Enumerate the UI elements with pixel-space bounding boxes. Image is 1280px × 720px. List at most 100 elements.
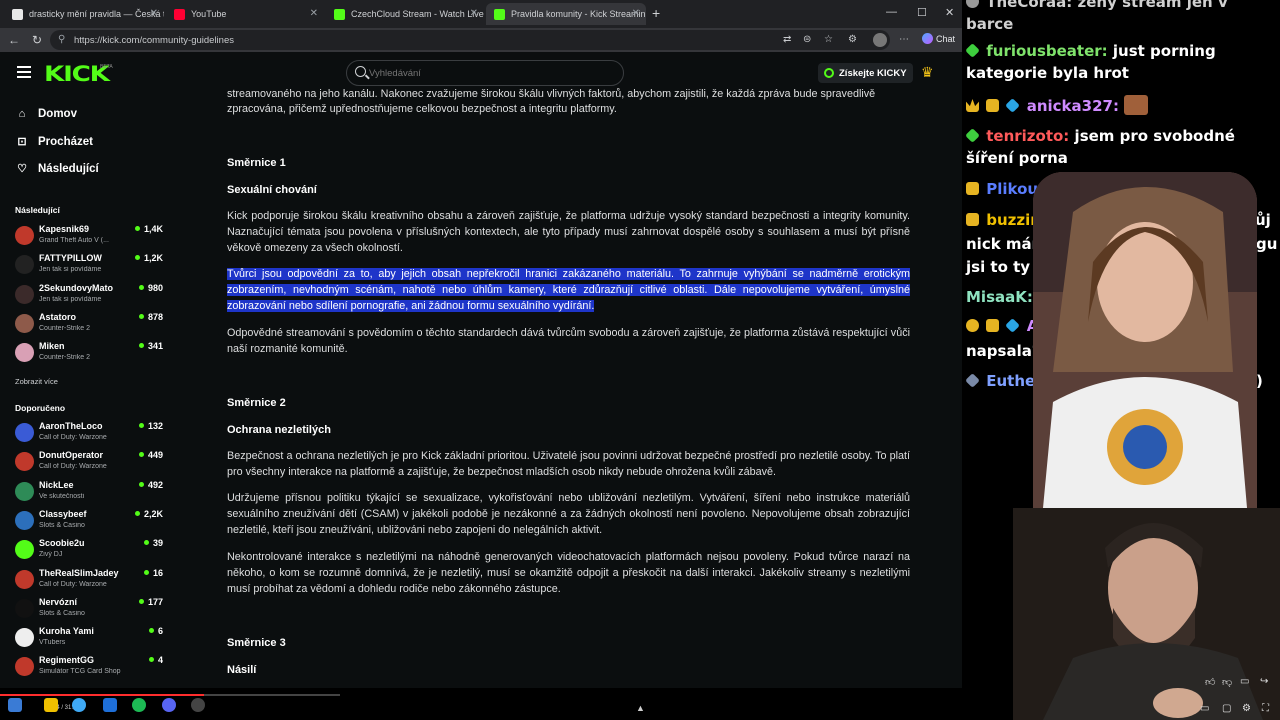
gift-badge-icon xyxy=(966,213,979,226)
extensions-icon[interactable]: ⚙ xyxy=(848,34,857,45)
close-tab-icon[interactable]: ✕ xyxy=(150,8,158,19)
diamond-badge-icon xyxy=(1005,318,1021,333)
comment-icon[interactable]: ▭ xyxy=(1240,676,1249,687)
viewer-count: 492 xyxy=(139,480,163,490)
reader-icon[interactable]: ⊜ xyxy=(803,34,811,45)
reload-icon[interactable]: ↻ xyxy=(32,33,42,47)
channel-category: Slots & Casino xyxy=(39,521,85,529)
channel-avatar xyxy=(15,510,34,530)
chevron-up-icon[interactable]: ▲ xyxy=(636,703,645,713)
viewer-count: 449 xyxy=(139,450,163,460)
section-1-subtitle: Sexuální chování xyxy=(227,184,317,196)
heart-icon: ♡ xyxy=(17,163,27,175)
share-icon[interactable]: ↪ xyxy=(1260,676,1268,687)
section-2-paragraph-3: Nekontrolované interakce s nezletilými n… xyxy=(227,551,910,596)
channel-name: Nervózní xyxy=(39,596,78,607)
maximize-icon[interactable]: ☐ xyxy=(917,6,927,19)
spotify-icon[interactable] xyxy=(132,698,146,712)
tab-kick-guidelines[interactable]: Pravidla komunity - Kick Streamin ✕ xyxy=(486,3,646,25)
close-tab-icon[interactable]: ✕ xyxy=(632,8,640,19)
section-2-subtitle: Ochrana nezletilých xyxy=(227,424,331,436)
video-progress-bar[interactable] xyxy=(0,694,340,696)
tab-news[interactable]: drasticky mění pravidla — Česká t ✕ xyxy=(4,3,164,25)
chat-message: TheCoraa: ženy stream jen v barce xyxy=(966,0,1266,35)
copilot-icon xyxy=(922,33,933,44)
channel-avatar xyxy=(15,284,34,304)
emote-icon xyxy=(1124,95,1149,115)
search-box[interactable] xyxy=(346,60,624,86)
site-info-icon[interactable]: ⚲ xyxy=(58,34,65,45)
sidebar-channel-item[interactable]: Astatoro Counter-Strike 2 878 xyxy=(15,311,165,339)
sidebar-channel-item[interactable]: Kuroha Yami VTubers 6 xyxy=(15,625,165,653)
sidebar-channel-item[interactable]: NickLee Ve skutečnosti 492 xyxy=(15,479,165,507)
viewer-count: 39 xyxy=(144,538,163,548)
back-icon[interactable]: ← xyxy=(8,33,20,47)
fullscreen-icon[interactable]: ⛶ xyxy=(1262,703,1269,714)
sidebar-channel-item[interactable]: DonutOperator Call of Duty: Warzone 449 xyxy=(15,449,165,477)
tab-youtube[interactable]: YouTube ✕ xyxy=(166,3,324,25)
sidebar-channel-item[interactable]: 2SekundovyMato Jen tak si povídáme 980 xyxy=(15,282,165,310)
channel-category: VTubers xyxy=(39,639,66,647)
profile-avatar-icon[interactable] xyxy=(873,33,887,47)
url-field[interactable]: ⚲ https://kick.com/community-guidelines … xyxy=(50,30,890,50)
favorite-star-icon[interactable]: ☆ xyxy=(824,34,833,45)
show-more-link[interactable]: Zobrazit více xyxy=(15,377,58,386)
more-menu-icon[interactable]: ⋯ xyxy=(899,34,909,45)
viewer-count: 2,2K xyxy=(135,509,163,519)
settings-icon[interactable]: ⚙ xyxy=(1242,703,1251,714)
close-tab-icon[interactable]: ✕ xyxy=(310,8,318,19)
channel-name: Classybeef xyxy=(39,508,87,519)
search-input[interactable] xyxy=(369,65,609,81)
nav-home[interactable]: ⌂ Domov xyxy=(16,108,77,120)
channel-avatar xyxy=(15,598,34,618)
channel-category: Call of Duty: Warzone xyxy=(39,580,107,588)
settings-icon[interactable] xyxy=(191,698,205,712)
sidebar-channel-item[interactable]: Kapesnik69 Grand Theft Auto V (... 1,4K xyxy=(15,223,165,251)
dislike-icon[interactable]: 👎︎ xyxy=(1222,676,1232,688)
copilot-chat-button[interactable]: Chat xyxy=(922,33,955,44)
channel-name: FATTYPILLOW xyxy=(39,253,102,264)
tab-czechcloud[interactable]: CzechCloud Stream - Watch Live o ✕ xyxy=(326,3,484,25)
nav-browse[interactable]: ⊡ Procházet xyxy=(16,135,93,149)
gift-badge-icon xyxy=(986,99,1000,112)
chat-message: furiousbeater: just porning kategorie by… xyxy=(965,40,1266,84)
viewer-count: 341 xyxy=(139,341,163,351)
get-kicky-button[interactable]: Získejte KICKY xyxy=(818,63,913,83)
windows-start-icon[interactable] xyxy=(8,698,22,712)
app-icon[interactable] xyxy=(103,698,117,712)
chat-username: Euthe xyxy=(986,372,1036,390)
channel-name: AaronTheLoco xyxy=(39,421,103,431)
nav-following[interactable]: ♡ Následující xyxy=(16,162,99,176)
discord-icon[interactable] xyxy=(162,698,176,712)
miniplayer-icon[interactable]: ▢ xyxy=(1222,703,1231,714)
sidebar-channel-item[interactable]: AaronTheLoco Call of Duty: Warzone 132 xyxy=(15,420,165,448)
viewer-count: 1,4K xyxy=(135,224,163,234)
kick-favicon-icon xyxy=(494,8,505,20)
badge-1-icon xyxy=(966,319,979,332)
sidebar-channel-item[interactable]: Nervózní Slots & Casino 177 xyxy=(15,596,165,624)
file-explorer-icon[interactable] xyxy=(44,698,58,712)
menu-icon[interactable] xyxy=(17,66,31,78)
sidebar-channel-item[interactable]: Classybeef Slots & Casino 2,2K xyxy=(15,508,165,536)
address-bar: ← ↻ ⚲ https://kick.com/community-guideli… xyxy=(0,28,962,52)
kicky-label: Získejte KICKY xyxy=(839,67,907,79)
close-tab-icon[interactable]: ✕ xyxy=(470,8,478,19)
minimize-icon[interactable]: — xyxy=(886,6,897,18)
channel-name: NickLee xyxy=(39,479,74,490)
edge-icon[interactable] xyxy=(72,698,86,712)
new-tab-button[interactable]: + xyxy=(652,5,660,21)
reward-icon[interactable]: ♛ xyxy=(921,64,934,81)
player-toolbar-icon[interactable]: ▭ xyxy=(1200,703,1209,714)
channel-avatar xyxy=(15,423,34,442)
translate-icon[interactable]: ⇄ xyxy=(783,34,791,45)
sidebar-channel-item[interactable]: Scoobie2u Živý DJ 39 xyxy=(15,537,165,565)
sidebar-channel-item[interactable]: Miken Counter-Strike 2 341 xyxy=(15,340,165,368)
sidebar-channel-item[interactable]: TheRealSlimJadey Call of Duty: Warzone 16 xyxy=(15,567,165,595)
sidebar-channel-item[interactable]: RegimentGG Simulátor TCG Card Shop 4 xyxy=(15,654,165,682)
close-window-icon[interactable]: ✕ xyxy=(945,6,954,19)
channel-category: Slots & Casino xyxy=(39,609,85,617)
tab-label: CzechCloud Stream - Watch Live o xyxy=(351,9,484,19)
like-icon[interactable]: 👍︎ xyxy=(1205,676,1215,688)
sidebar-channel-item[interactable]: FATTYPILLOW Jen tak si povídáme 1,2K xyxy=(15,252,165,280)
chat-message: anicka327: xyxy=(966,95,1266,117)
